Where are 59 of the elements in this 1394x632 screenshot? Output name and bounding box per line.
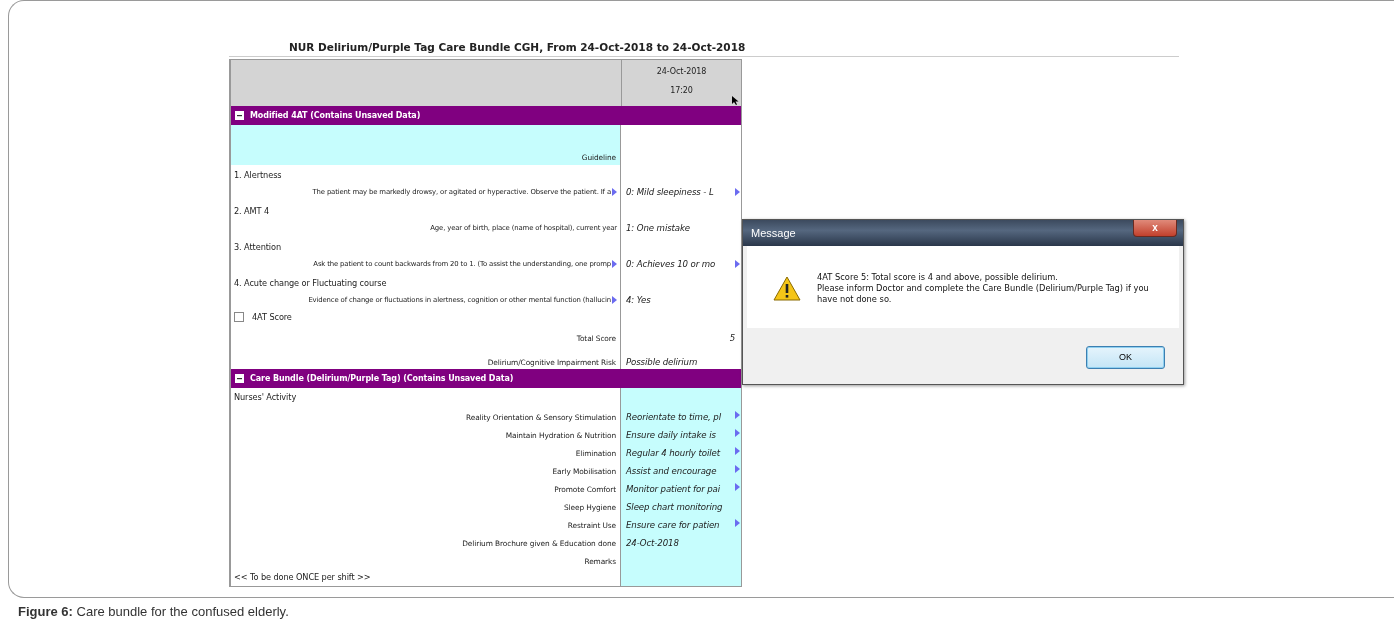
dialog-title: Message (751, 227, 796, 239)
expand-arrow-icon[interactable] (735, 465, 740, 473)
expand-arrow-icon[interactable] (735, 483, 740, 491)
column-header[interactable]: 24-Oct-2018 17:20 (622, 60, 741, 106)
cell-value: Ensure daily intake is (626, 430, 716, 440)
ok-button[interactable]: OK (1086, 345, 1165, 369)
cell-value: 4: Yes (626, 295, 651, 305)
report-title: NUR Delirium/Purple Tag Care Bundle CGH, From 24-Oct-2018 to 24-Oct-2018 (229, 29, 1179, 57)
cell-value: 0: Achieves 10 or mo (626, 259, 716, 269)
item-title: 2. AMT 4 (234, 206, 271, 216)
collapse-icon[interactable] (235, 111, 244, 120)
value-cell[interactable] (621, 388, 741, 406)
note-text: Nurses' Activity (234, 392, 298, 402)
cell-value: 5 (729, 333, 736, 343)
section-header[interactable]: Care Bundle (Delirium/Purple Tag) (Contains Unsaved Data) (231, 369, 741, 388)
expand-arrow-icon[interactable] (735, 519, 740, 527)
value-cell[interactable]: Sleep chart monitoring (621, 496, 741, 514)
value-cell[interactable]: Ensure daily intake is (621, 424, 741, 442)
section-title: Care Bundle (Delirium/Purple Tag) (Contains Unsaved Data) (250, 374, 514, 383)
item-title: 1. Alertness (234, 170, 283, 180)
expand-arrow-icon[interactable] (735, 447, 740, 455)
expand-arrow-icon[interactable] (735, 188, 740, 196)
expand-arrow-icon[interactable] (735, 429, 740, 437)
cursor-icon (732, 96, 739, 105)
close-button[interactable]: x (1133, 220, 1177, 237)
section-header[interactable]: Modified 4AT (Contains Unsaved Data) (231, 106, 741, 125)
cell-value: Sleep chart monitoring (626, 502, 723, 512)
value-cell[interactable]: Reorientate to time, pl (621, 406, 741, 424)
note-text: << To be done ONCE per shift >> (234, 572, 372, 582)
dialog-message: 4AT Score 5: Total score is 4 and above, possible delirium. (817, 272, 1059, 283)
section-title: Modified 4AT (Contains Unsaved Data) (250, 111, 421, 120)
value-cell[interactable]: Ensure care for patien (621, 514, 741, 532)
cell-value: Assist and encourage (626, 466, 717, 476)
cell-value: 1: One mistake (626, 223, 691, 233)
value-cell[interactable]: Monitor patient for pai (621, 478, 741, 496)
expand-arrow-icon[interactable] (735, 260, 740, 268)
cell-value: Monitor patient for pai (626, 484, 721, 494)
expand-arrow-icon[interactable] (735, 411, 740, 419)
expand-arrow-icon[interactable] (612, 296, 617, 304)
item-title: 3. Attention (234, 242, 282, 252)
checkbox-label: 4AT Score (252, 312, 292, 322)
cell-value: Regular 4 hourly toilet (626, 448, 720, 458)
cell-value: 24-Oct-2018 (626, 538, 679, 548)
warning-icon (773, 276, 801, 301)
collapse-icon[interactable] (235, 374, 244, 383)
expand-arrow-icon[interactable] (612, 188, 617, 196)
cell-value: Reorientate to time, pl (626, 412, 721, 422)
dialog-message: Please inform Doctor and complete the Care Bundle (Delirium/Purple Tag) if you have not done so. (817, 283, 1150, 305)
cell-value: 0: Mild sleepiness - L (626, 187, 714, 197)
figure-caption: Figure 6: Care bundle for the confused elderly. (18, 604, 289, 619)
cell-value: Possible delirium (626, 357, 698, 367)
value-cell[interactable]: Regular 4 hourly toilet (621, 442, 741, 460)
value-cell[interactable] (621, 568, 741, 586)
value-cell[interactable]: 24-Oct-2018 (621, 532, 741, 550)
checkbox[interactable] (234, 312, 244, 322)
cell-value: Ensure care for patien (626, 520, 720, 530)
value-cell[interactable]: Assist and encourage (621, 460, 741, 478)
item-title: 4. Acute change or Fluctuating course (234, 278, 388, 288)
expand-arrow-icon[interactable] (612, 260, 617, 268)
